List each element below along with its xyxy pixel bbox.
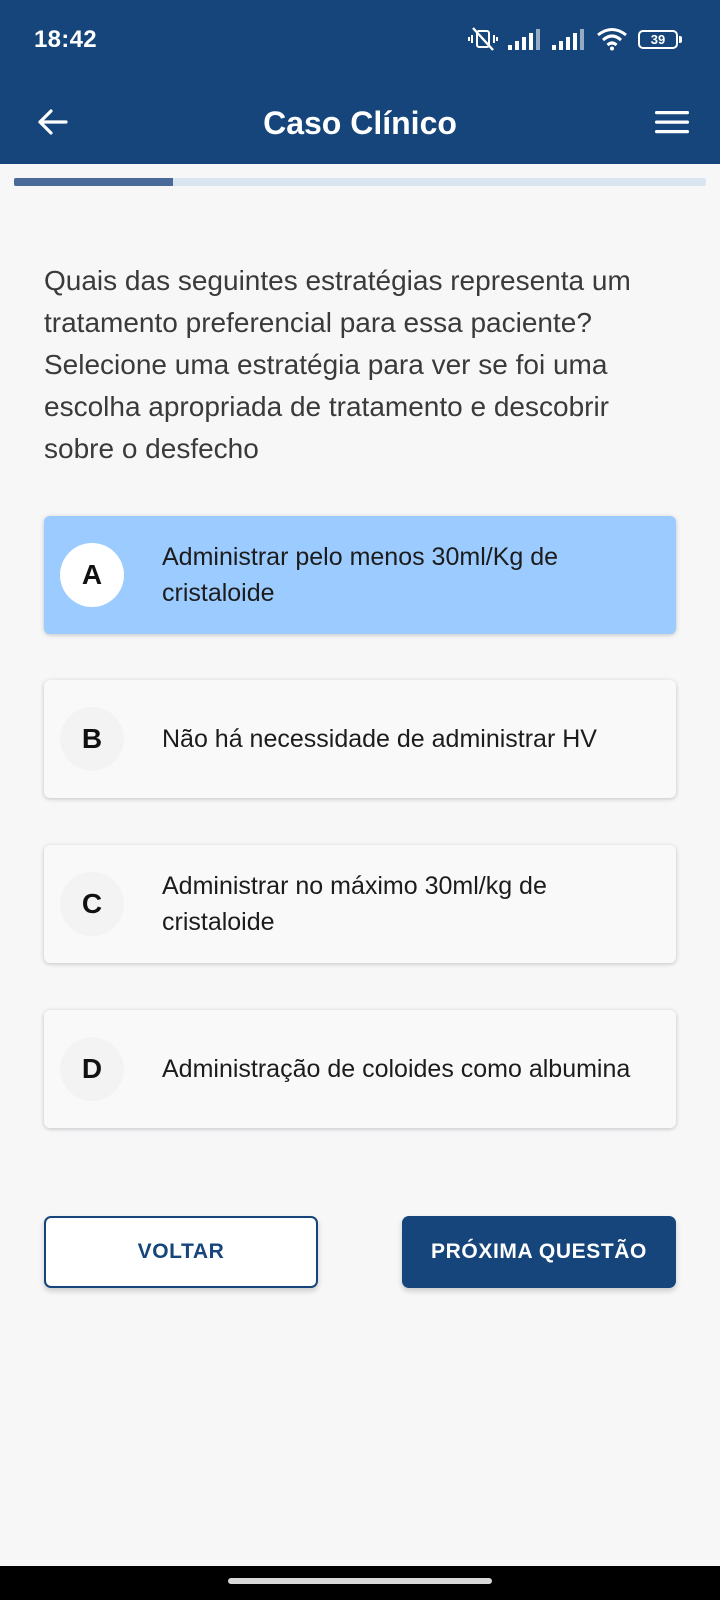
question-text: Quais das seguintes estratégias represen… xyxy=(44,265,631,464)
page-title: Caso Clínico xyxy=(263,105,457,141)
menu-button[interactable] xyxy=(650,102,694,146)
progress-fill xyxy=(14,178,174,186)
status-time: 18:42 xyxy=(34,26,97,53)
system-navigation-bar xyxy=(0,1566,720,1600)
vibrate-off-icon xyxy=(468,26,498,52)
option-text: Administração de coloides como albumina xyxy=(162,1055,631,1083)
voltar-button[interactable]: VOLTAR xyxy=(44,1216,318,1288)
option-c[interactable]: C Administrar no máximo 30ml/kg de crist… xyxy=(44,845,676,963)
status-bar: 18:42 39 xyxy=(0,0,720,82)
app-bar: Caso Clínico xyxy=(0,82,720,164)
option-text: Administrar no máximo 30ml/kg de cristal… xyxy=(162,872,547,936)
battery-icon: 39 xyxy=(638,29,682,49)
home-handle[interactable] xyxy=(228,1578,492,1584)
option-letter: B xyxy=(60,707,124,771)
option-text: Administrar pelo menos 30ml/Kg de crista… xyxy=(162,543,559,607)
hamburger-menu-icon xyxy=(654,109,690,140)
signal-icon xyxy=(552,28,586,50)
option-text: Não há necessidade de administrar HV xyxy=(162,725,597,753)
option-b[interactable]: B Não há necessidade de administrar HV xyxy=(44,680,676,798)
option-a[interactable]: A Administrar pelo menos 30ml/Kg de cris… xyxy=(44,516,676,634)
option-letter: A xyxy=(60,543,124,607)
next-question-button[interactable]: PRÓXIMA QUESTÃO xyxy=(402,1216,676,1288)
option-letter: C xyxy=(60,872,124,936)
option-letter: D xyxy=(60,1037,124,1101)
status-icons: 39 xyxy=(468,22,682,56)
option-d[interactable]: D Administração de coloides como albumin… xyxy=(44,1010,676,1128)
wifi-icon xyxy=(596,27,628,51)
progress-bar xyxy=(14,178,706,186)
signal-icon xyxy=(508,28,542,50)
